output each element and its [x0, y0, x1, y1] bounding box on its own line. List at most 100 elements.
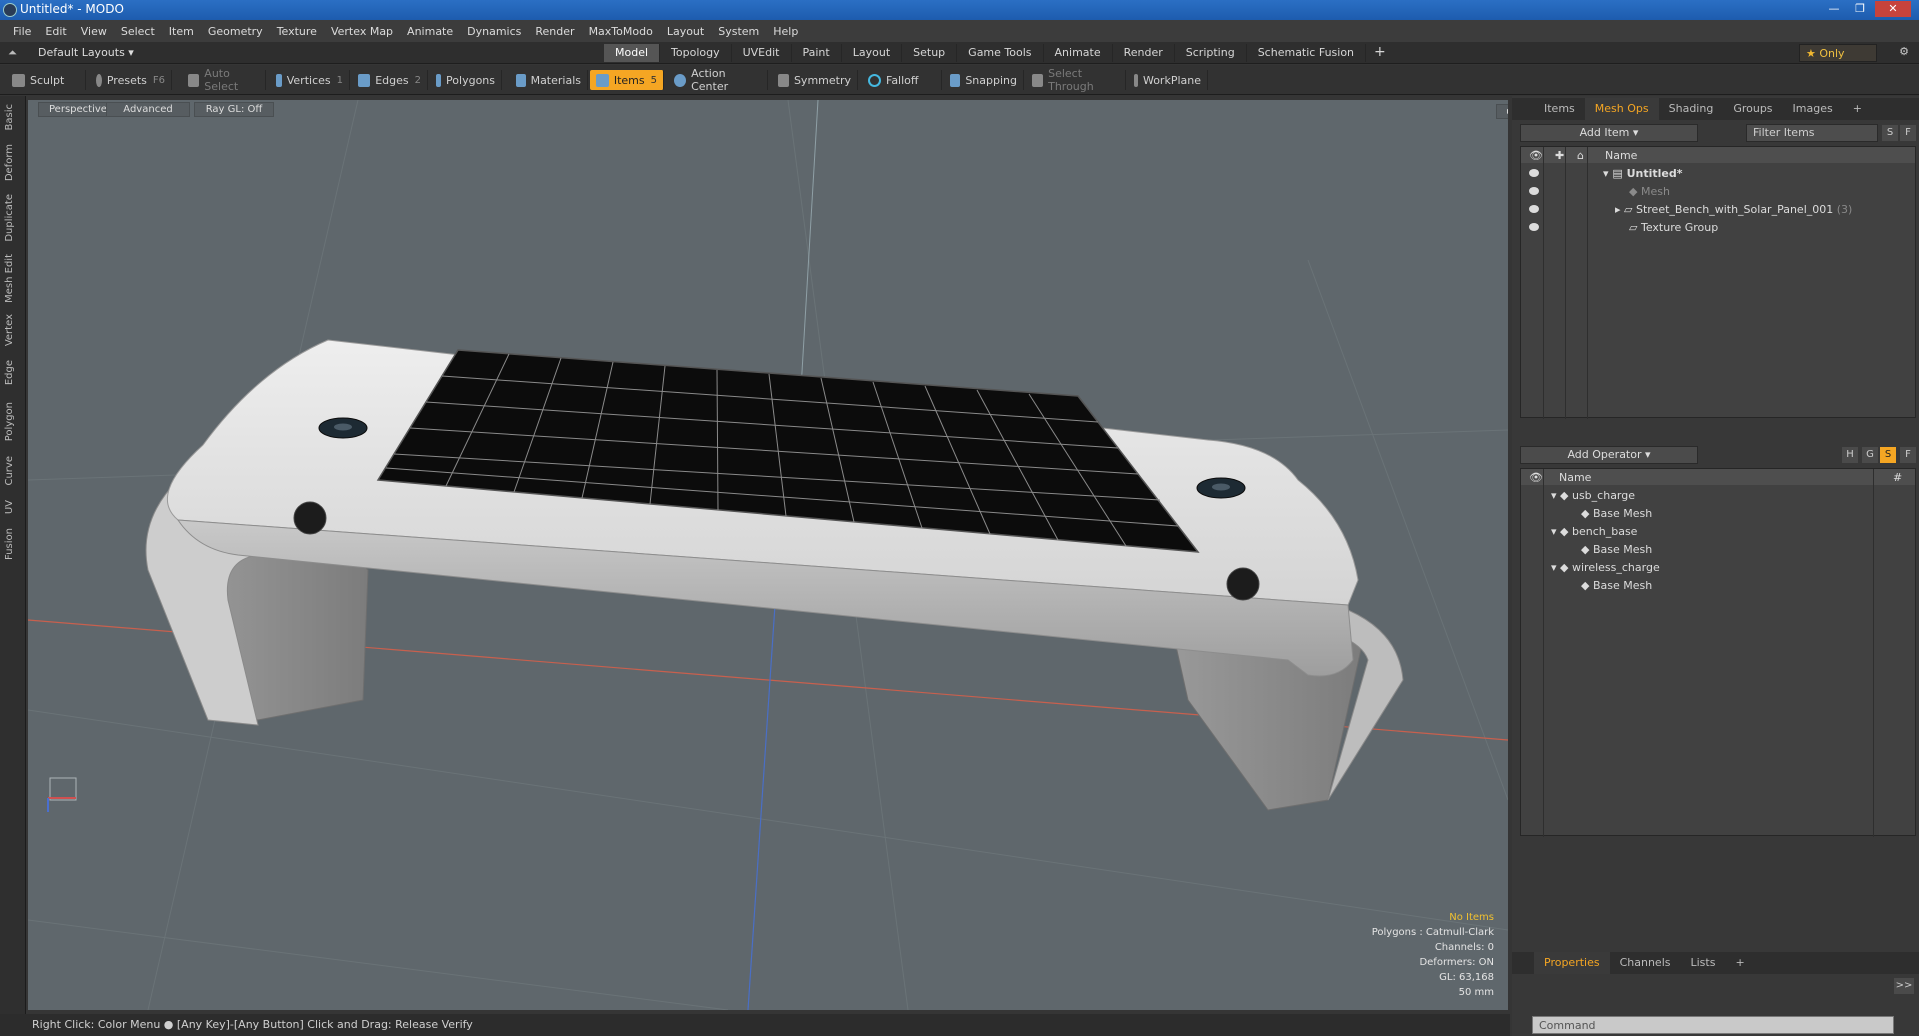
mesh-ops-g-button[interactable]: G: [1862, 447, 1878, 463]
viewport-3d[interactable]: Perspective Advanced Ray GL: Off ✥ ↻ ⌕ ⤢…: [28, 100, 1508, 1010]
add-operator-button[interactable]: Add Operator ▾: [1520, 446, 1698, 464]
strip-tab-uv[interactable]: UV: [4, 500, 15, 514]
menu-help[interactable]: Help: [766, 25, 805, 38]
menu-file[interactable]: File: [6, 25, 38, 38]
filter-items-input[interactable]: Filter Items: [1746, 124, 1878, 142]
menu-edit[interactable]: Edit: [38, 25, 73, 38]
strip-tab-curve[interactable]: Curve: [4, 456, 15, 486]
tab-items[interactable]: Items: [1534, 98, 1585, 120]
expand-properties-button[interactable]: >>: [1894, 978, 1914, 994]
view-mode-selector[interactable]: Perspective: [38, 102, 112, 117]
gear-icon[interactable]: ⚙: [1899, 45, 1909, 58]
tab-lists[interactable]: Lists: [1681, 952, 1726, 974]
menu-dynamics[interactable]: Dynamics: [460, 25, 528, 38]
filter-f-button[interactable]: F: [1900, 125, 1916, 141]
menu-vertex-map[interactable]: Vertex Map: [324, 25, 400, 38]
eye-icon[interactable]: [1529, 169, 1539, 177]
close-icon[interactable]: ✕: [1875, 1, 1911, 17]
tab-groups[interactable]: Groups: [1723, 98, 1782, 120]
tab-images[interactable]: Images: [1783, 98, 1843, 120]
tab-paint[interactable]: Paint: [792, 44, 842, 62]
tab-scripting[interactable]: Scripting: [1175, 44, 1247, 62]
snapping-button[interactable]: Snapping: [944, 70, 1024, 90]
presets-button[interactable]: Presets F6: [90, 70, 172, 90]
tab-game-tools[interactable]: Game Tools: [957, 44, 1044, 62]
star-icon: ★: [1806, 47, 1816, 60]
command-input[interactable]: Command: [1532, 1016, 1894, 1034]
items-button[interactable]: Items 5: [590, 70, 664, 90]
menu-animate[interactable]: Animate: [400, 25, 460, 38]
maximize-icon[interactable]: ❐: [1849, 1, 1871, 17]
mesh-ops-h-button[interactable]: H: [1842, 447, 1858, 463]
mesh-op-base-mesh[interactable]: ◆ Base Mesh: [1521, 541, 1915, 559]
eye-icon[interactable]: [1529, 223, 1539, 231]
strip-tab-edge[interactable]: Edge: [4, 360, 15, 385]
menu-view[interactable]: View: [74, 25, 114, 38]
workplane-button[interactable]: WorkPlane: [1128, 70, 1208, 90]
mesh-op-wireless-charge[interactable]: ▾ ◆ wireless_charge: [1521, 559, 1915, 577]
filter-s-button[interactable]: S: [1882, 125, 1898, 141]
eye-icon[interactable]: [1529, 205, 1539, 213]
tree-row-mesh[interactable]: ◆ Mesh: [1521, 183, 1915, 201]
menu-render[interactable]: Render: [528, 25, 581, 38]
tree-row-street-bench[interactable]: ▸ ▱ Street_Bench_with_Solar_Panel_001 (3…: [1521, 201, 1915, 219]
tab-render[interactable]: Render: [1113, 44, 1175, 62]
tab-topology[interactable]: Topology: [660, 44, 732, 62]
tree-row-texture-group[interactable]: ▱ Texture Group: [1521, 219, 1915, 237]
menu-layout[interactable]: Layout: [660, 25, 711, 38]
menu-geometry[interactable]: Geometry: [201, 25, 270, 38]
mesh-op-bench-base[interactable]: ▾ ◆ bench_base: [1521, 523, 1915, 541]
strip-tab-vertex[interactable]: Vertex: [4, 314, 15, 346]
tab-uvedit[interactable]: UVEdit: [732, 44, 792, 62]
add-panel-tab-icon[interactable]: +: [1725, 952, 1754, 974]
select-through-button[interactable]: Select Through: [1026, 67, 1126, 93]
mesh-op-base-mesh[interactable]: ◆ Base Mesh: [1521, 577, 1915, 595]
menu-maxtomodo[interactable]: MaxToModo: [582, 25, 660, 38]
auto-select-button[interactable]: Auto Select: [182, 67, 266, 93]
tab-setup[interactable]: Setup: [902, 44, 958, 62]
add-panel-tab-icon[interactable]: +: [1843, 98, 1872, 120]
tab-layout[interactable]: Layout: [842, 44, 903, 62]
layout-selector[interactable]: Default Layouts ▾: [38, 46, 134, 59]
tab-animate[interactable]: Animate: [1044, 44, 1113, 62]
menu-system[interactable]: System: [711, 25, 766, 38]
mesh-ops-s-button[interactable]: S: [1880, 447, 1896, 463]
sculpt-button[interactable]: Sculpt: [6, 70, 86, 90]
vertices-button[interactable]: Vertices 1: [270, 70, 350, 90]
strip-tab-mesh-edit[interactable]: Mesh Edit: [4, 254, 15, 303]
shading-mode-selector[interactable]: Advanced: [106, 102, 190, 117]
tab-schematic-fusion[interactable]: Schematic Fusion: [1247, 44, 1367, 62]
tab-shading[interactable]: Shading: [1659, 98, 1724, 120]
polygons-button[interactable]: Polygons: [430, 70, 502, 90]
falloff-button[interactable]: Falloff: [862, 70, 942, 90]
symmetry-button[interactable]: Symmetry: [772, 70, 858, 90]
tab-mesh-ops[interactable]: Mesh Ops: [1584, 98, 1659, 120]
raygl-toggle[interactable]: Ray GL: Off: [194, 102, 274, 117]
action-center-button[interactable]: Action Center: [668, 67, 768, 93]
strip-tab-polygon[interactable]: Polygon: [4, 402, 15, 441]
edge-icon: [358, 73, 371, 87]
only-toggle[interactable]: ★ Only: [1799, 44, 1877, 62]
viewport-menu-icon[interactable]: ▸: [1496, 104, 1508, 119]
strip-tab-basic[interactable]: Basic: [4, 104, 15, 130]
tree-row-scene[interactable]: ▾ ▤ Untitled*: [1521, 165, 1915, 183]
menu-item[interactable]: Item: [162, 25, 201, 38]
menu-select[interactable]: Select: [114, 25, 162, 38]
menu-texture[interactable]: Texture: [270, 25, 324, 38]
edges-button[interactable]: Edges 2: [352, 70, 428, 90]
tab-properties[interactable]: Properties: [1534, 952, 1610, 974]
strip-tab-duplicate[interactable]: Duplicate: [4, 194, 15, 242]
strip-tab-fusion[interactable]: Fusion: [4, 528, 15, 560]
materials-button[interactable]: Materials: [510, 70, 588, 90]
mesh-ops-f-button[interactable]: F: [1900, 447, 1916, 463]
add-item-button[interactable]: Add Item ▾: [1520, 124, 1698, 142]
mesh-op-usb-charge[interactable]: ▾ ◆ usb_charge: [1521, 487, 1915, 505]
add-tab-icon[interactable]: +: [1366, 44, 1394, 62]
layout-up-icon[interactable]: ⏶: [8, 46, 17, 60]
strip-tab-deform[interactable]: Deform: [4, 144, 15, 181]
tab-channels[interactable]: Channels: [1610, 952, 1681, 974]
tab-model[interactable]: Model: [604, 44, 661, 62]
minimize-icon[interactable]: —: [1823, 1, 1845, 17]
eye-icon[interactable]: [1529, 187, 1539, 195]
mesh-op-base-mesh[interactable]: ◆ Base Mesh: [1521, 505, 1915, 523]
